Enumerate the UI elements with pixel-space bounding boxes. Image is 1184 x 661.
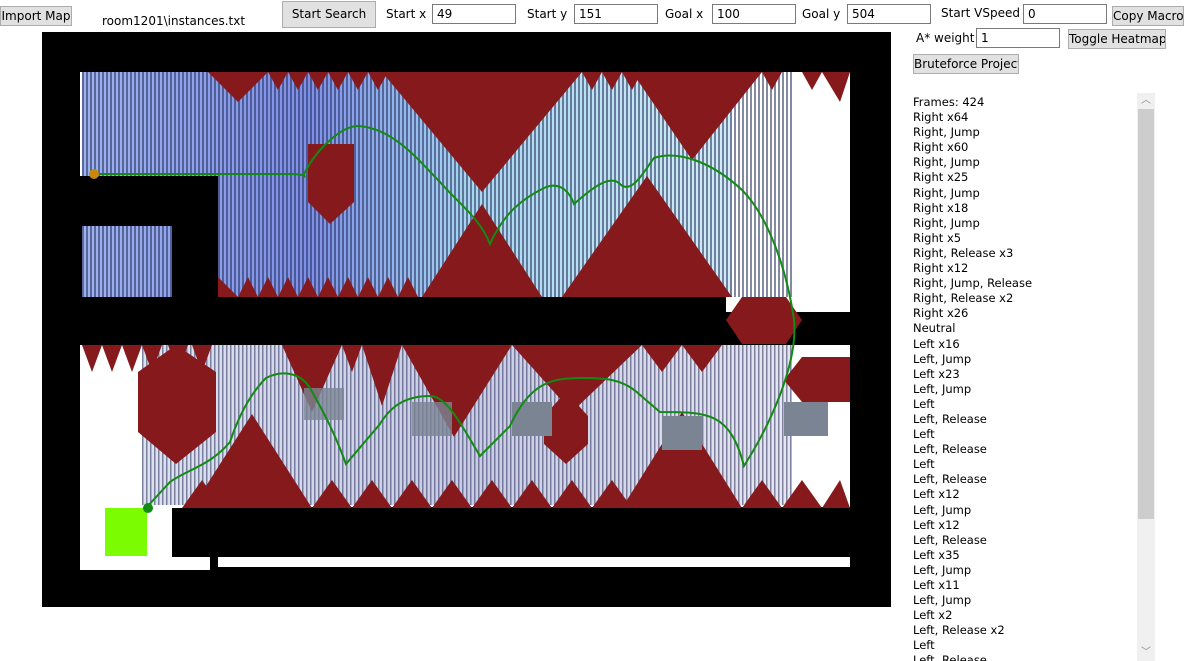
scroll-down-icon[interactable]: ﹀ — [1137, 646, 1155, 660]
goal-y-field[interactable] — [847, 4, 931, 24]
log-item: Right, Jump — [913, 155, 980, 170]
log-item: Left, Jump — [913, 351, 972, 366]
log-item: Right x5 — [913, 230, 962, 245]
log-item: Left x2 — [913, 608, 953, 623]
log-item: Right x60 — [913, 140, 969, 155]
log-item: Left — [913, 396, 935, 411]
macro-output-list[interactable]: Frames: 424 Right x64 Right, Jump Right x60… — [913, 95, 1133, 661]
log-item: Neutral — [913, 321, 956, 336]
log-item: Left, Release — [913, 653, 987, 661]
copy-macro-button[interactable]: Copy Macro — [1112, 6, 1184, 26]
scroll-up-icon[interactable]: ︿ — [1137, 94, 1155, 108]
start-x-label: Start x — [386, 7, 427, 21]
toggle-heatmap-button[interactable]: Toggle Heatmap — [1068, 29, 1166, 49]
goal-y-label: Goal y — [802, 7, 841, 21]
goal-block-icon — [105, 508, 147, 556]
log-item: Left x16 — [913, 336, 960, 351]
log-item: Right, Jump, Release — [913, 276, 1033, 291]
start-vspeed-field[interactable] — [1023, 4, 1107, 24]
log-item: Left x12 — [913, 487, 960, 502]
log-item: Left, Release — [913, 532, 987, 547]
log-item: Left, Jump — [913, 502, 972, 517]
log-item: Left, Release x2 — [913, 623, 1005, 638]
log-item: Left, Jump — [913, 593, 972, 608]
bruteforce-project-button[interactable]: Bruteforce Project — [913, 54, 1019, 74]
start-search-button[interactable]: Start Search — [282, 1, 376, 28]
astar-weight-field[interactable] — [976, 28, 1060, 48]
log-item: Left, Jump — [913, 381, 972, 396]
start-x-field[interactable] — [432, 4, 516, 24]
log-item: Right, Release x3 — [913, 245, 1014, 260]
start-y-field[interactable] — [574, 4, 658, 24]
goal-x-label: Goal x — [665, 7, 704, 21]
file-name-label: room1201\instances.txt — [102, 14, 246, 28]
start-marker-icon — [89, 169, 99, 179]
log-item: Right x64 — [913, 110, 969, 125]
log-item: Left, Release — [913, 442, 987, 457]
log-scrollbar[interactable]: ︿ ﹀ — [1137, 93, 1155, 661]
log-item: Left x23 — [913, 366, 960, 381]
log-item: Right x18 — [913, 200, 969, 215]
start-vspeed-label: Start VSpeed — [941, 6, 1020, 20]
log-item: Left — [913, 638, 935, 653]
astar-weight-label: A* weight — [916, 31, 975, 45]
log-item: Right x25 — [913, 170, 969, 185]
log-item: Right, Jump — [913, 125, 980, 140]
log-item: Right x12 — [913, 261, 969, 276]
log-item: Left — [913, 457, 935, 472]
log-item: Left x11 — [913, 578, 960, 592]
log-item: Right, Release x2 — [913, 291, 1014, 306]
start-y-label: Start y — [527, 7, 568, 21]
player-dot-icon — [143, 503, 153, 513]
log-item: Left, Jump — [913, 562, 972, 577]
level-map-canvas[interactable] — [42, 32, 891, 607]
import-map-button[interactable]: Import Map — [0, 6, 72, 26]
log-item: Right x26 — [913, 306, 969, 321]
log-item: Right, Jump — [913, 215, 980, 230]
log-item: Left, Release — [913, 411, 987, 426]
log-item: Right, Jump — [913, 185, 980, 200]
log-item: Left x35 — [913, 547, 960, 562]
log-item: Left x12 — [913, 517, 960, 532]
scroll-thumb[interactable] — [1138, 109, 1154, 519]
log-item: Left — [913, 427, 935, 442]
log-item: Frames: 424 — [913, 95, 985, 109]
goal-x-field[interactable] — [712, 4, 796, 24]
log-item: Left, Release — [913, 472, 987, 487]
